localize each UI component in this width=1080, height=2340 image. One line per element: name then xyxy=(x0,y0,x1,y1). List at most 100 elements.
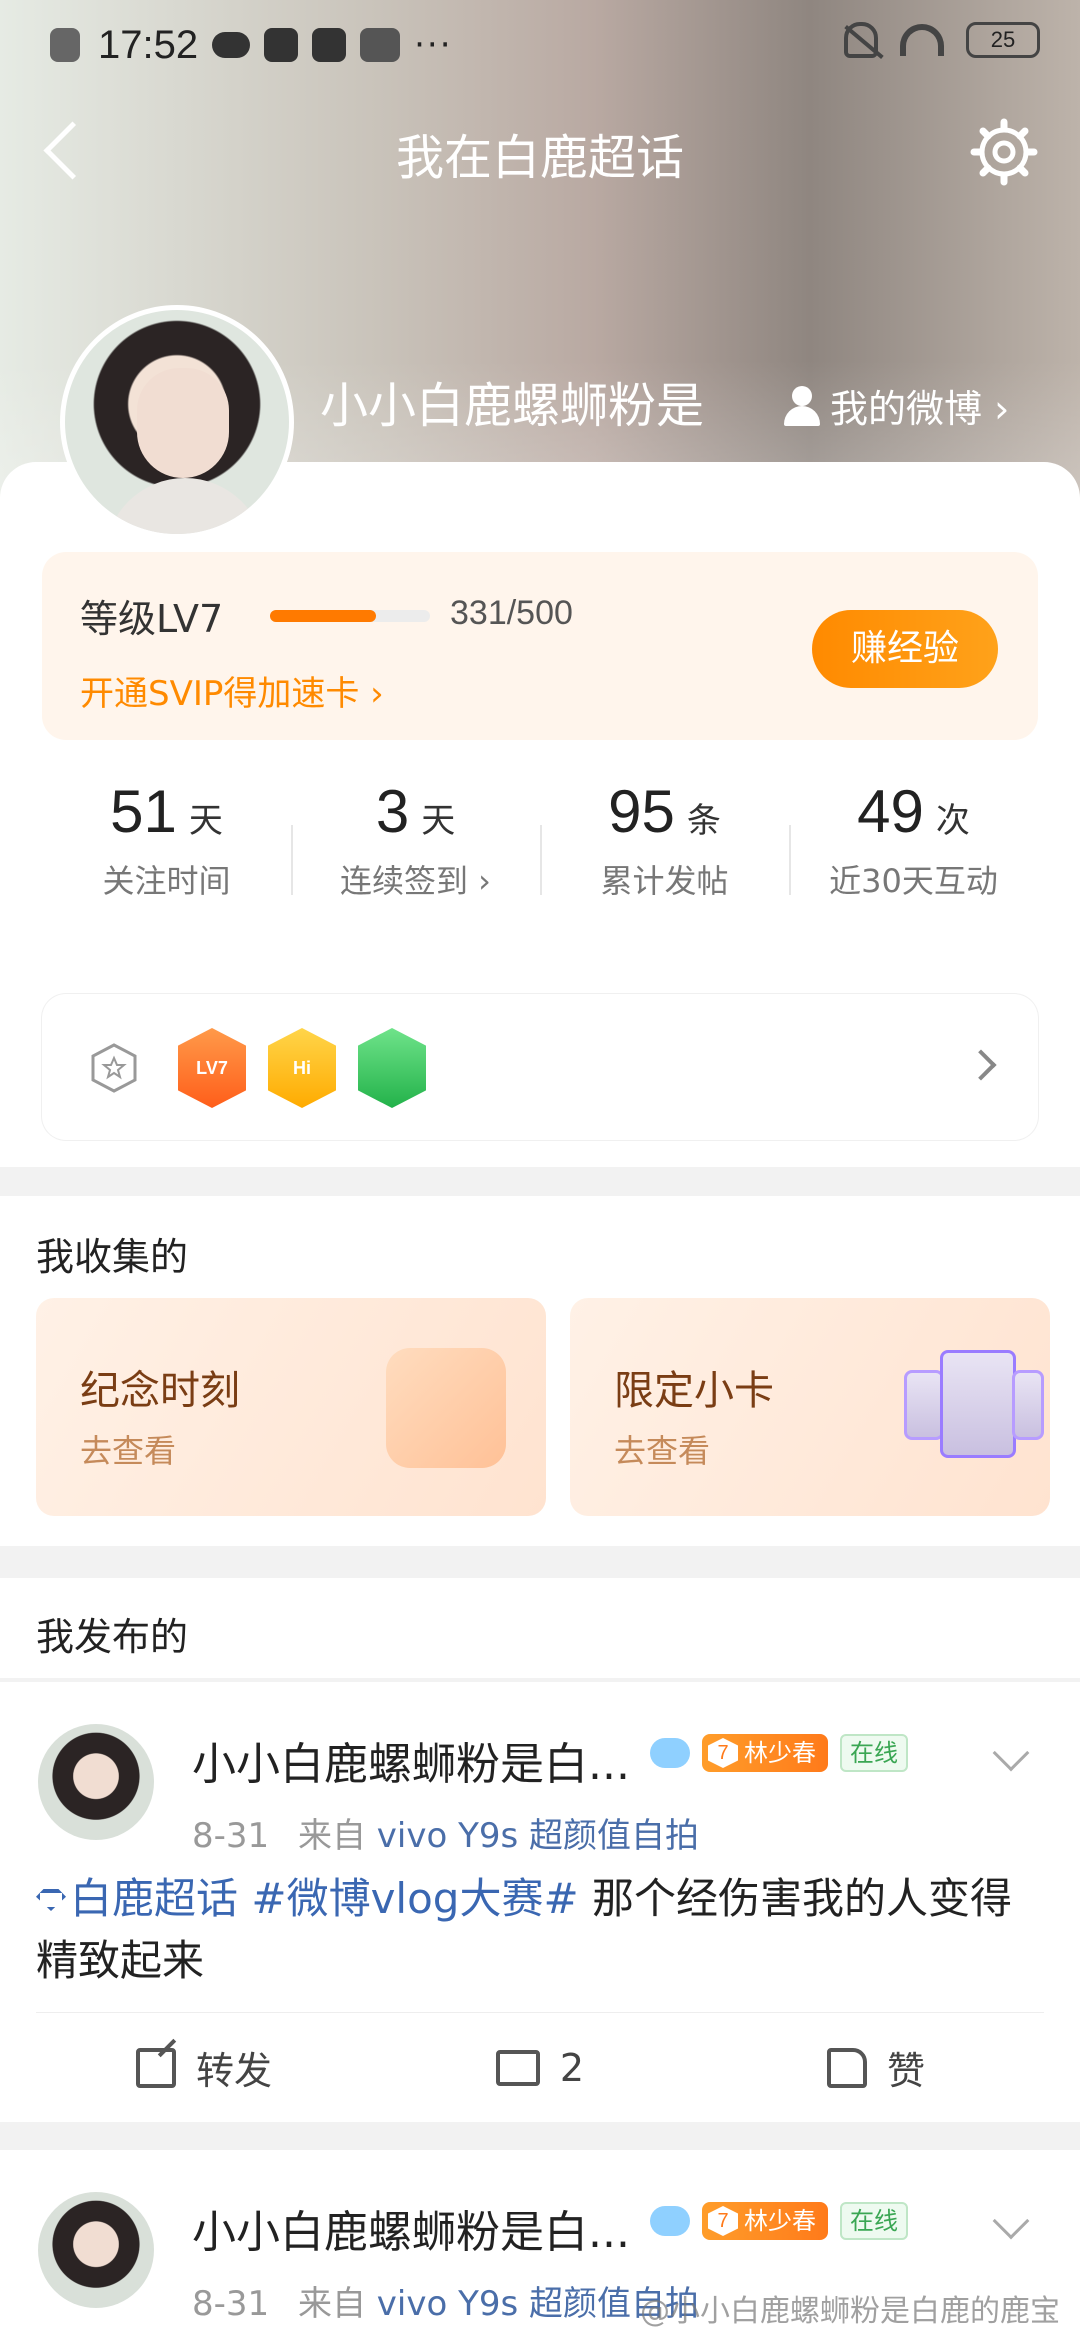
stat-caption: 关注时间 xyxy=(102,862,231,900)
like-label: 赞 xyxy=(886,2049,925,2093)
stat-caption: 累计发帖 xyxy=(600,862,729,900)
topic-link[interactable]: 白鹿超话 xyxy=(36,1874,238,1923)
fan-level-tag: 7 林少春 xyxy=(702,2202,828,2240)
collected-section: 我收集的 纪念时刻 去查看 限定小卡 去查看 xyxy=(0,1196,1080,1546)
section-title: 我收集的 xyxy=(36,1235,189,1279)
post-meta: 8-31 来自 vivo Y9s 超颜值自拍 xyxy=(192,1808,699,1857)
photo-card xyxy=(1012,1370,1044,1440)
chevron-down-icon[interactable] xyxy=(992,1734,1030,1772)
stat-number: 51 xyxy=(110,778,177,845)
level-medal-icon: LV7 xyxy=(178,1028,246,1108)
stat-caption: 近30天互动 xyxy=(829,862,998,900)
online-tag: 在线 xyxy=(840,1734,908,1772)
stat-total-posts: 95 条 累计发帖 xyxy=(540,777,789,917)
cloud-badge-icon xyxy=(650,2206,690,2236)
level-label: 等级LV7 xyxy=(80,597,224,641)
svip-speedup-link[interactable]: 开通SVIP得加速卡 › xyxy=(80,666,384,715)
card-icon xyxy=(312,28,347,62)
stat-follow-days: 51 天 关注时间 xyxy=(42,777,291,917)
hashtag-link[interactable]: #微博vlog大赛# xyxy=(251,1874,578,1923)
post-date: 8-31 xyxy=(192,1816,270,1856)
my-weibo-label: 我的微博 › xyxy=(830,387,1010,431)
badge-row[interactable]: LV7 Hi xyxy=(42,994,1038,1140)
memorial-moments-card[interactable]: 纪念时刻 去查看 xyxy=(36,1298,546,1516)
stat-caption: 连续签到 › xyxy=(340,862,491,900)
post-source[interactable]: vivo Y9s 超颜值自拍 xyxy=(377,1816,699,1856)
supertopic-icon xyxy=(36,1889,66,1911)
profile-name: 小小白鹿螺蛳粉是 xyxy=(320,378,705,434)
thumbs-up-icon xyxy=(826,2047,867,2088)
author-tags: 7 林少春 在线 xyxy=(650,1734,908,1772)
calendar-heart-icon xyxy=(386,1348,506,1468)
post-content: 白鹿超话 #微博vlog大赛# 那个经伤害我的人变得精致起来 xyxy=(36,1868,1036,1992)
stat-checkin-days[interactable]: 3天 连续签到 › xyxy=(291,777,540,917)
avatar-body xyxy=(105,478,265,534)
stat-unit: 次 xyxy=(935,801,970,841)
share-icon xyxy=(135,2047,176,2088)
posted-section-header: 我发布的 xyxy=(0,1578,1080,1678)
close-notification-icon xyxy=(50,28,80,62)
level-panel: 等级LV7 331/500 开通SVIP得加速卡 › 赚经验 xyxy=(42,552,1038,740)
card-subtitle: 去查看 xyxy=(614,1432,711,1470)
post-author-name[interactable]: 小小白鹿螺蛳粉是白... xyxy=(192,2196,630,2260)
card-title: 纪念时刻 xyxy=(80,1368,240,1414)
badge-outline-icon xyxy=(91,1043,137,1093)
fan-tag-label: 林少春 xyxy=(744,2207,816,2235)
online-tag: 在线 xyxy=(840,2202,908,2240)
earn-exp-button[interactable]: 赚经验 xyxy=(812,610,998,688)
post-source-prefix: 来自 xyxy=(297,2284,366,2324)
limited-cards-card[interactable]: 限定小卡 去查看 xyxy=(570,1298,1050,1516)
mute-bell-icon xyxy=(844,22,878,58)
fan-level-number: 7 xyxy=(708,2206,738,2236)
more-notifications-icon: ··· xyxy=(414,25,453,65)
stat-number: 3 xyxy=(375,778,410,845)
person-icon xyxy=(782,385,822,426)
stats-row: 51 天 关注时间 3天 连续签到 › 95 条 累计发帖 49 次 近30天互动 xyxy=(42,777,1038,917)
wave-medal-icon xyxy=(358,1028,426,1108)
status-time: 17:52 xyxy=(98,22,199,67)
post-source-prefix: 来自 xyxy=(297,1816,366,1856)
wifi-icon xyxy=(900,24,944,56)
photo-card xyxy=(904,1370,944,1440)
repost-label: 转发 xyxy=(195,2049,272,2093)
gear-icon[interactable] xyxy=(968,116,1040,188)
post-date: 8-31 xyxy=(192,2284,270,2324)
message-icon xyxy=(264,28,299,62)
fan-level-number: 7 xyxy=(708,1738,738,1768)
supertopic-profile-card: 等级LV7 331/500 开通SVIP得加速卡 › 赚经验 51 天 关注时间 … xyxy=(0,462,1080,1167)
fan-tag-label: 林少春 xyxy=(744,1739,816,1767)
post-card[interactable]: 小小白鹿螺蛳粉是白... 7 林少春 在线 8-31 来自 vivo Y9s 超颜… xyxy=(0,1682,1080,2122)
stat-unit: 天 xyxy=(188,801,223,841)
post-author-name[interactable]: 小小白鹿螺蛳粉是白... xyxy=(192,1728,630,1792)
chevron-right-icon xyxy=(965,1049,997,1081)
page-title: 我在白鹿超话 xyxy=(395,130,684,186)
stat-interactions: 49 次 近30天互动 xyxy=(789,777,1038,917)
cloud-icon xyxy=(212,32,251,58)
avatar[interactable] xyxy=(38,1724,154,1840)
avatar[interactable] xyxy=(38,2192,154,2308)
fan-level-tag: 7 林少春 xyxy=(702,1734,828,1772)
topic-label: 白鹿超话 xyxy=(70,1874,239,1923)
level-exp-text: 331/500 xyxy=(450,594,573,632)
cloud-badge-icon xyxy=(650,1738,690,1768)
repost-button[interactable]: 转发 xyxy=(36,2013,372,2122)
section-title: 我发布的 xyxy=(36,1615,189,1659)
level-progress-fill xyxy=(270,610,376,622)
author-tags: 7 林少春 在线 xyxy=(650,2202,908,2240)
comment-icon xyxy=(495,2049,540,2086)
chevron-down-icon[interactable] xyxy=(992,2202,1030,2240)
comment-button[interactable]: 2 xyxy=(372,2013,708,2122)
stat-number: 49 xyxy=(857,778,924,845)
post-actions: 转发 2 赞 xyxy=(36,2012,1044,2122)
avatar[interactable] xyxy=(60,305,294,539)
stat-number: 95 xyxy=(608,778,675,845)
photo-cards-icon xyxy=(904,1350,1044,1480)
vivo-icon xyxy=(360,28,401,62)
top-nav: 我在白鹿超话 xyxy=(0,100,1080,200)
post-meta: 8-31 来自 vivo Y9s 超颜值自拍 xyxy=(192,2276,699,2325)
photo-card xyxy=(940,1350,1016,1458)
status-bar: 17:52 ··· 25 xyxy=(0,0,1080,90)
like-button[interactable]: 赞 xyxy=(708,2013,1044,2122)
watermark: @小小白鹿螺蛳粉是白鹿的鹿宝 xyxy=(640,2294,1060,2329)
my-weibo-link[interactable]: 我的微博 › xyxy=(782,378,1009,433)
